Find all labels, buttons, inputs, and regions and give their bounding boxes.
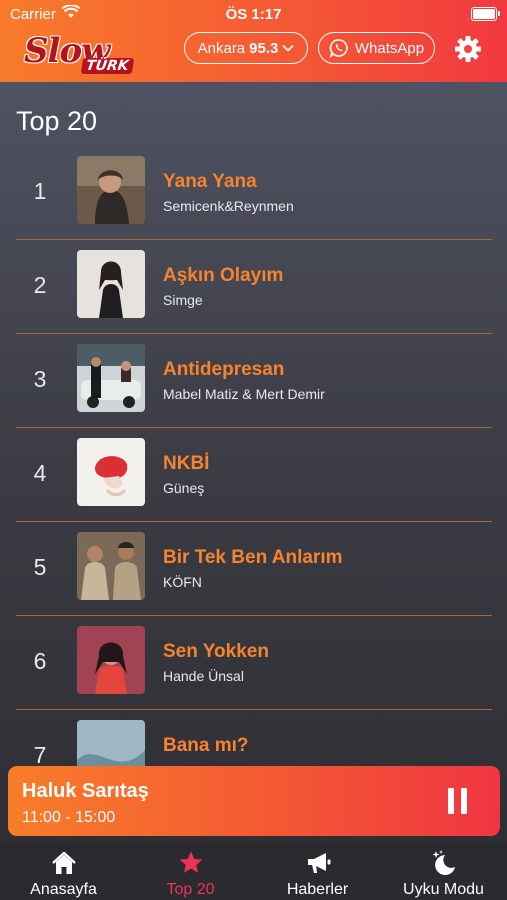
rank-number: 6 [33,648,47,674]
album-cover [77,250,145,318]
rank-number: 3 [33,366,47,392]
tab-haberler[interactable]: Haberler [254,842,381,900]
rank-number: 1 [33,178,47,204]
list-item[interactable]: 5 Bir Tek Ben Anlarım KÖFN [16,522,492,616]
tab-bar: Anasayfa Top 20 Haberler Uyku Modu [0,842,507,900]
chevron-down-icon [282,44,294,52]
album-cover [77,626,145,694]
list-item[interactable]: 3 Antidepresan Mabel Matiz & Mert Demir [16,334,492,428]
song-title: Bana mı? [163,735,249,756]
album-cover [77,532,145,600]
city-frequency-selector[interactable]: Ankara 95.3 [184,32,308,64]
moon-stars-icon [432,850,455,875]
gear-icon[interactable] [453,34,483,64]
list-item[interactable]: 6 Sen Yokken Hande Ünsal [16,616,492,710]
whatsapp-icon [329,39,348,58]
tab-uyku-modu[interactable]: Uyku Modu [380,842,507,900]
battery-level [473,9,495,19]
top20-screen: Top 20 1 Yana Yana Semicenk&Reynmen 2 Aş… [0,82,507,842]
song-title: Antidepresan [163,359,285,380]
program-time: 11:00 - 15:00 [22,809,116,826]
artist-name: Semicenk&Reynmen [163,198,294,214]
song-title: NKBİ [163,453,210,474]
artist-name: Simge [163,292,203,308]
tab-label: Top 20 [166,881,215,898]
artist-name: Güneş [163,480,205,496]
megaphone-icon [307,853,330,873]
status-bar: Carrier ÖS 1:17 [0,0,507,28]
star-icon [179,851,202,873]
song-title: Sen Yokken [163,641,269,662]
tab-top20[interactable]: Top 20 [127,842,254,900]
whatsapp-button[interactable]: WhatsApp [318,32,435,64]
album-cover [77,156,145,224]
artist-name: Hande Ünsal [163,668,244,684]
whatsapp-label: WhatsApp [354,39,425,57]
artist-name: KÖFN [163,574,202,590]
list-item[interactable]: 4 NKBİ Güneş [16,428,492,522]
rank-number: 7 [33,742,47,768]
list-item[interactable]: 2 Aşkın Olayım Simge [16,240,492,334]
song-title: Aşkın Olayım [163,265,284,286]
page-title: Top 20 [16,106,98,136]
city-label: Ankara [197,39,246,57]
home-icon [51,851,76,874]
rank-number: 2 [33,272,47,298]
rank-number: 5 [33,554,47,580]
logo-subtitle: TÜRK [80,58,134,74]
tab-label: Haberler [286,881,349,898]
list-item[interactable]: 1 Yana Yana Semicenk&Reynmen [16,146,492,240]
frequency-label: 95.3 [249,39,279,57]
rank-number: 4 [33,460,47,486]
battery-icon [471,7,500,21]
song-title: Yana Yana [163,171,257,192]
app-logo: Slow TÜRK [24,31,134,75]
chart-list: 1 Yana Yana Semicenk&Reynmen 2 Aşkın Ola… [16,146,492,804]
tab-label: Anasayfa [30,881,97,898]
tab-anasayfa[interactable]: Anasayfa [0,842,127,900]
artist-name: Mabel Matiz & Mert Demir [163,386,325,402]
song-title: Bir Tek Ben Anlarım [163,547,343,568]
album-cover [77,344,145,412]
clock: ÖS 1:17 [225,6,282,23]
app-header: Carrier ÖS 1:17 Slow TÜRK Ankara 95.3 Wh… [0,0,507,82]
tab-label: Uyku Modu [403,881,484,898]
now-playing-bar[interactable]: Haluk Sarıtaş 11:00 - 15:00 [8,766,500,836]
pause-icon[interactable] [448,788,468,814]
album-cover [77,438,145,506]
program-host: Haluk Sarıtaş [22,780,149,802]
